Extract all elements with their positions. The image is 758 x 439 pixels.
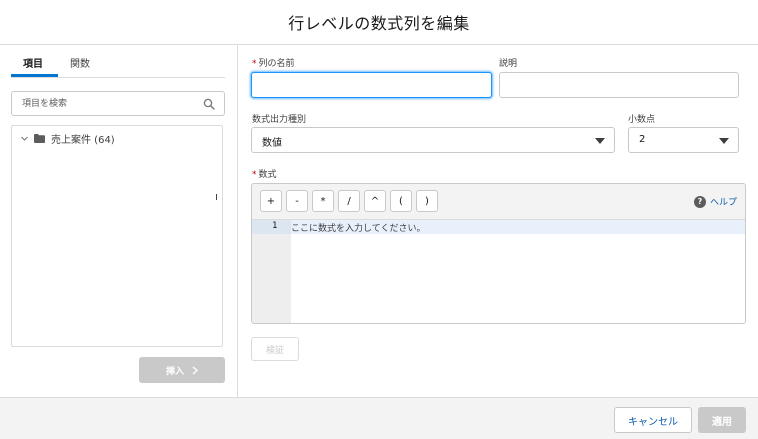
modal-header: 行レベルの数式列を編集	[0, 0, 758, 45]
cancel-button[interactable]: キャンセル	[614, 407, 692, 433]
modal-title: 行レベルの数式列を編集	[288, 14, 470, 33]
description-label: 説明	[499, 59, 518, 69]
verify-button[interactable]: 検証	[251, 337, 299, 361]
modal-footer: キャンセル 適用	[0, 397, 758, 439]
field-tree: 売上案件 (64)	[11, 125, 223, 347]
insert-button-label: 挿入	[165, 366, 184, 377]
decimals-label: 小数点	[628, 115, 656, 125]
line-gutter	[252, 220, 291, 323]
caret-down-icon	[719, 138, 729, 144]
required-mark: *	[252, 170, 257, 180]
field-search	[11, 91, 225, 116]
operator-multiply-button[interactable]: *	[312, 190, 334, 212]
tab-bar: 項目 関数	[11, 45, 225, 78]
output-type-select[interactable]: 数値	[251, 127, 615, 153]
help-link[interactable]: ? ヘルプ	[693, 195, 737, 208]
description-input[interactable]	[499, 72, 739, 98]
operator-open-paren-button[interactable]: (	[390, 190, 412, 212]
operator-divide-button[interactable]: /	[338, 190, 360, 212]
field-browser-panel: 項目 関数 売上案件 (64) 挿入	[0, 45, 238, 397]
folder-icon	[34, 133, 45, 143]
formula-editor: + - * / ^ ( ) ? ヘルプ 1 ここに数式を入力してください。	[251, 183, 746, 324]
column-name-label: * 列の名前	[252, 59, 295, 69]
tree-item-opportunity[interactable]: 売上案件 (64)	[20, 131, 115, 146]
line-number: 1	[272, 221, 278, 231]
formula-form: * 列の名前 説明 数式出力種別 数値 小数点 2 * 数式 + - * / ^ (…	[239, 45, 758, 397]
search-icon	[203, 98, 215, 110]
chevron-down-icon[interactable]	[20, 134, 29, 143]
formula-placeholder[interactable]: ここに数式を入力してください。	[291, 221, 425, 234]
active-tab-indicator	[11, 74, 58, 77]
tree-item-label: 売上案件 (64)	[51, 134, 115, 146]
help-icon: ?	[693, 195, 706, 208]
decimals-value: 2	[639, 134, 646, 145]
operator-toolbar: + - * / ^ ( ) ? ヘルプ	[252, 184, 745, 220]
help-label: ヘルプ	[709, 198, 737, 208]
column-name-input[interactable]	[251, 72, 492, 98]
insert-button[interactable]: 挿入	[139, 357, 225, 383]
output-type-label: 数式出力種別	[252, 115, 307, 125]
tab-fields[interactable]: 項目	[23, 55, 43, 70]
operator-close-paren-button[interactable]: )	[416, 190, 438, 212]
operator-power-button[interactable]: ^	[364, 190, 386, 212]
output-type-value: 数値	[262, 138, 282, 149]
operator-minus-button[interactable]: -	[286, 190, 308, 212]
operator-plus-button[interactable]: +	[260, 190, 282, 212]
apply-button[interactable]: 適用	[698, 407, 746, 433]
caret-down-icon	[595, 138, 605, 144]
tab-functions[interactable]: 関数	[70, 55, 90, 70]
scroll-indicator	[216, 194, 217, 200]
required-mark: *	[252, 59, 257, 69]
chevron-right-icon	[192, 365, 198, 375]
field-search-input[interactable]	[22, 96, 202, 112]
decimals-select[interactable]: 2	[628, 127, 739, 153]
formula-label: * 数式	[252, 170, 277, 180]
